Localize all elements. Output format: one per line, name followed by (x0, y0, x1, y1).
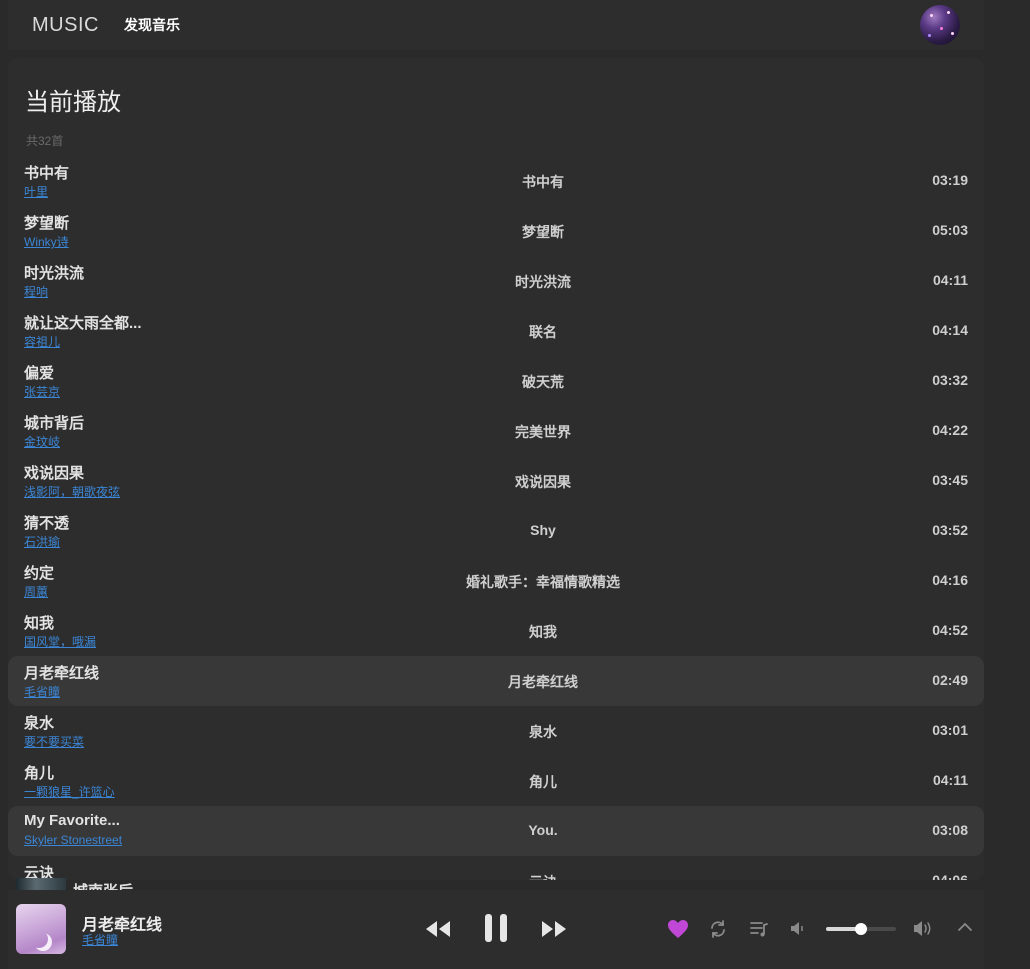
track-album[interactable]: 知我 (293, 622, 793, 642)
top-header: MUSIC 发现音乐 (8, 0, 984, 50)
track-artist[interactable]: 金玟岐 (24, 433, 60, 450)
next-icon[interactable] (540, 919, 568, 939)
dragging-track-preview: 城南张后 (16, 878, 316, 890)
track-title[interactable]: 泉水 (24, 712, 54, 733)
track-duration: 04:52 (932, 622, 968, 638)
track-album[interactable]: 月老牵红线 (293, 672, 793, 692)
track-row[interactable]: 猜不透 石洪瑜 Shy 03:52 (8, 506, 984, 556)
track-duration: 03:32 (932, 372, 968, 388)
track-title[interactable]: 知我 (24, 612, 54, 633)
track-title[interactable]: 梦望断 (24, 212, 69, 233)
prev-icon[interactable] (424, 919, 452, 939)
page-title: 当前播放 (25, 89, 121, 116)
track-title[interactable]: 约定 (24, 562, 54, 583)
track-artist[interactable]: Skyler Stonestreet (24, 833, 122, 847)
track-row[interactable]: 城市背后 金玟岐 完美世界 04:22 (8, 406, 984, 456)
app-logo[interactable]: MUSIC (32, 14, 99, 37)
player-bar: 月老牵红线 毛省瞳 (8, 890, 984, 969)
track-title[interactable]: 角儿 (24, 762, 54, 783)
track-row[interactable]: 云诀云诀04:06 (8, 856, 984, 880)
track-artist[interactable]: 周蕙 (24, 583, 48, 600)
cover-moon-art (30, 930, 48, 948)
track-duration: 04:22 (932, 422, 968, 438)
track-count: 共32首 (26, 134, 64, 148)
avatar[interactable] (920, 5, 960, 45)
preview-thumbnail (16, 878, 66, 890)
nav-discover-music[interactable]: 发现音乐 (124, 15, 180, 35)
track-album[interactable]: 梦望断 (293, 222, 793, 242)
track-row[interactable]: 时光洪流 程响 时光洪流 04:11 (8, 256, 984, 306)
track-title[interactable]: 戏说因果 (24, 462, 84, 483)
track-album[interactable]: 婚礼歌手：幸福情歌精选 (293, 572, 793, 592)
track-artist[interactable]: 要不要买菜 (24, 733, 84, 750)
track-row[interactable]: 就让这大雨全都... 容祖儿 联名 04:14 (8, 306, 984, 356)
volume-slider[interactable] (826, 923, 896, 935)
track-title[interactable]: 城市背后 (24, 412, 84, 433)
track-row[interactable]: 月老牵红线 毛省瞳 月老牵红线 02:49 (8, 656, 984, 706)
track-duration: 04:06 (932, 872, 968, 880)
track-row[interactable]: 戏说因果 浅影阿，朝歌夜弦 戏说因果 03:45 (8, 456, 984, 506)
pause-icon[interactable] (482, 912, 510, 944)
track-artist[interactable]: 张芸京 (24, 383, 60, 400)
track-duration: 05:03 (932, 222, 968, 238)
track-duration: 04:14 (932, 322, 968, 338)
track-album[interactable]: 联名 (293, 322, 793, 342)
track-artist[interactable]: 程响 (24, 283, 48, 300)
track-album[interactable]: 泉水 (293, 722, 793, 742)
track-row[interactable]: 书中有 叶里 书中有 03:19 (8, 156, 984, 206)
track-title[interactable]: My Favorite... (24, 812, 120, 829)
track-duration: 03:45 (932, 472, 968, 488)
track-duration: 03:19 (932, 172, 968, 188)
loop-icon[interactable] (708, 919, 728, 939)
track-title[interactable]: 时光洪流 (24, 262, 84, 283)
track-duration: 04:16 (932, 572, 968, 588)
track-album[interactable]: Shy (293, 522, 793, 538)
track-album[interactable]: 角儿 (293, 772, 793, 792)
track-artist[interactable]: 容祖儿 (24, 333, 60, 350)
heart-icon[interactable] (667, 919, 689, 939)
album-cover[interactable] (16, 904, 66, 954)
track-artist[interactable]: 浅影阿，朝歌夜弦 (24, 483, 120, 500)
now-playing-artist[interactable]: 毛省瞳 (82, 931, 118, 948)
track-album[interactable]: 时光洪流 (293, 272, 793, 292)
track-duration: 04:11 (932, 272, 968, 288)
track-album[interactable]: You. (293, 822, 793, 838)
track-title[interactable]: 猜不透 (24, 512, 69, 533)
track-row[interactable]: My Favorite... Skyler Stonestreet You. 03:0… (8, 806, 984, 856)
track-row[interactable]: 知我 国风堂，哦漏 知我 04:52 (8, 606, 984, 656)
track-artist[interactable]: 毛省瞳 (24, 683, 60, 700)
track-album[interactable]: 云诀 (293, 872, 793, 880)
track-row[interactable]: 偏爱 张芸京 破天荒 03:32 (8, 356, 984, 406)
track-row[interactable]: 泉水 要不要买菜 泉水 03:01 (8, 706, 984, 756)
track-duration: 03:08 (932, 822, 968, 838)
track-album[interactable]: 书中有 (293, 172, 793, 192)
track-list: 书中有 叶里 书中有 03:19 梦望断 Winky诗 梦望断 05:03 时光洪流 程响 时光洪流… (8, 156, 984, 880)
track-artist[interactable]: 一颗狼星_许篮心 (24, 783, 115, 800)
track-title[interactable]: 书中有 (24, 162, 69, 183)
track-title[interactable]: 月老牵红线 (24, 662, 99, 683)
track-artist[interactable]: 国风堂，哦漏 (24, 633, 96, 650)
volume-knob[interactable] (855, 923, 867, 935)
track-row[interactable]: 角儿 一颗狼星_许篮心 角儿 04:11 (8, 756, 984, 806)
track-artist[interactable]: 石洪瑜 (24, 533, 60, 550)
track-album[interactable]: 完美世界 (293, 422, 793, 442)
track-artist[interactable]: Winky诗 (24, 233, 69, 250)
volume-mute-icon[interactable] (790, 920, 806, 937)
track-duration: 03:52 (932, 522, 968, 538)
track-album[interactable]: 戏说因果 (293, 472, 793, 492)
volume-up-icon[interactable] (913, 919, 933, 938)
track-album[interactable]: 破天荒 (293, 372, 793, 392)
track-title[interactable]: 就让这大雨全都... (24, 312, 142, 333)
track-row[interactable]: 约定 周蕙 婚礼歌手：幸福情歌精选 04:16 (8, 556, 984, 606)
track-title[interactable]: 偏爱 (24, 362, 54, 383)
track-duration: 03:01 (932, 722, 968, 738)
chevron-up-icon[interactable] (957, 920, 973, 934)
preview-title: 城南张后 (73, 880, 133, 890)
track-duration: 02:49 (932, 672, 968, 688)
track-row[interactable]: 梦望断 Winky诗 梦望断 05:03 (8, 206, 984, 256)
track-artist[interactable]: 叶里 (24, 183, 48, 200)
playlist-icon[interactable] (749, 919, 769, 939)
now-playing-panel: 当前播放 共32首 书中有 叶里 书中有 03:19 梦望断 Winky诗 梦望断 05:03… (8, 58, 984, 880)
track-duration: 04:11 (932, 772, 968, 788)
